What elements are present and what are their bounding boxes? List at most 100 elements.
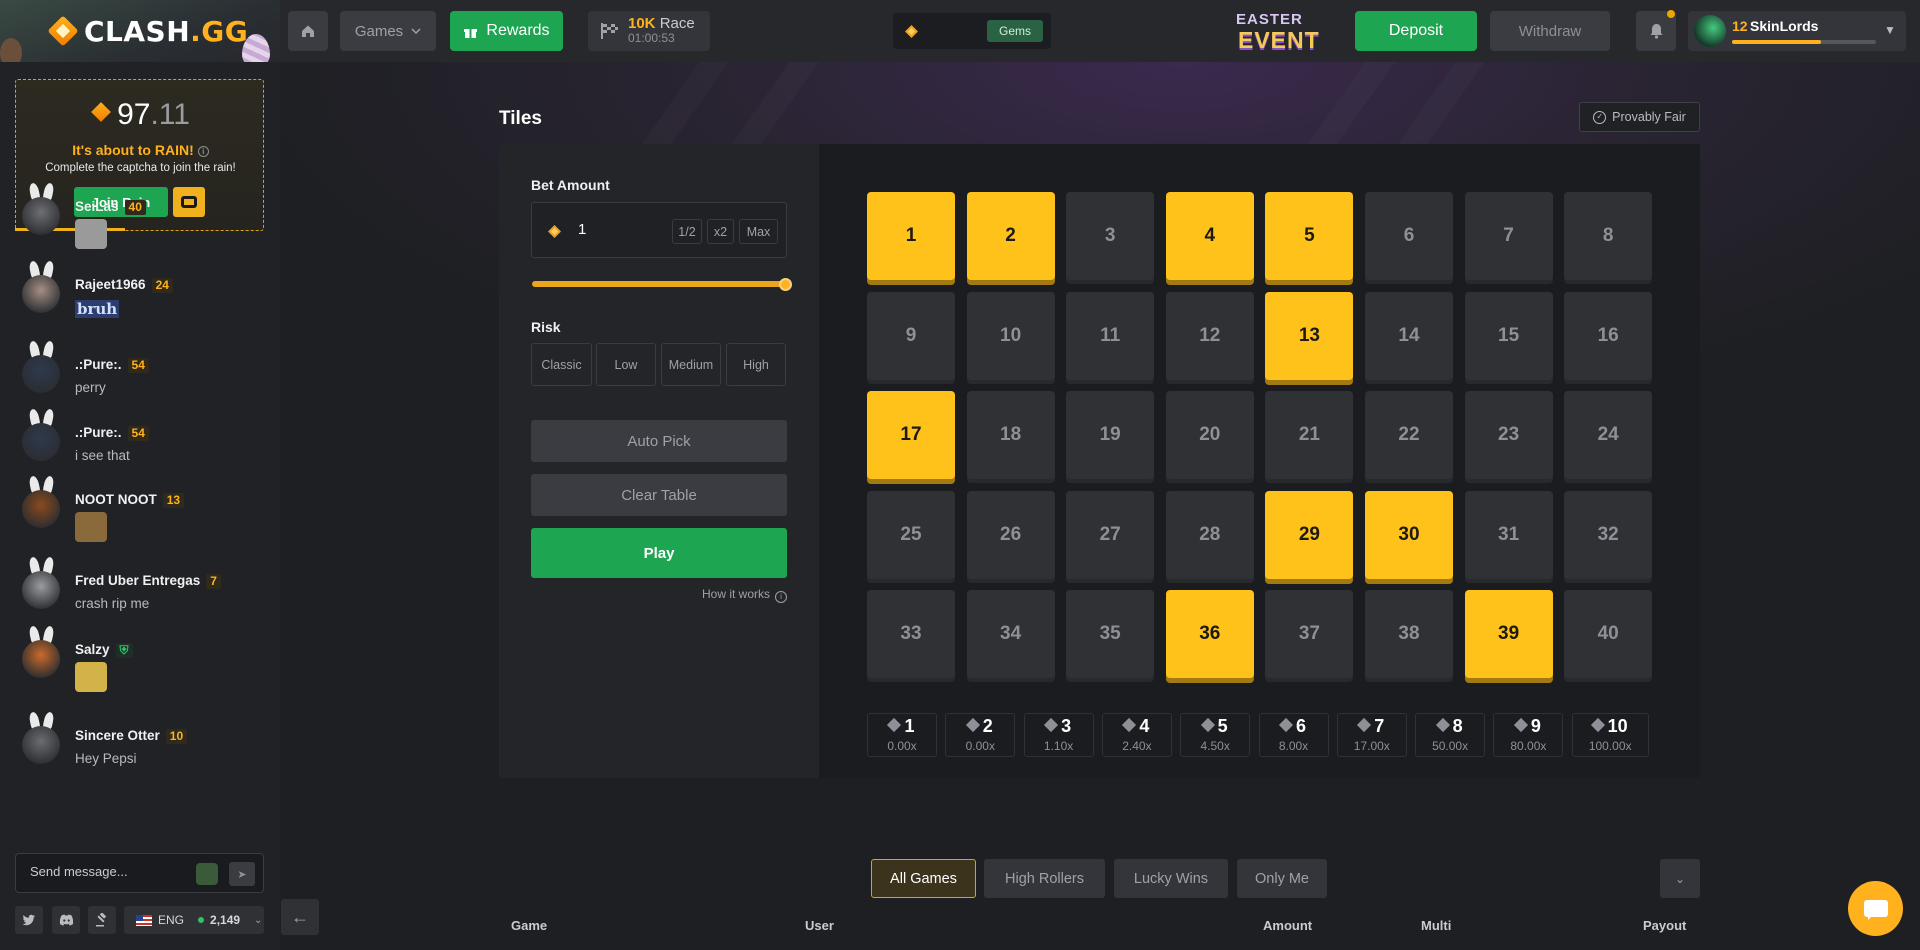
tile-39[interactable]: 39: [1464, 590, 1553, 679]
tile-37[interactable]: 37: [1265, 590, 1354, 679]
tile-40[interactable]: 40: [1564, 590, 1653, 679]
tile-11[interactable]: 11: [1066, 291, 1155, 380]
risk-high-button[interactable]: High: [726, 343, 786, 386]
tile-14[interactable]: 14: [1365, 291, 1453, 380]
tile-4[interactable]: 4: [1165, 192, 1254, 280]
tile-6[interactable]: 6: [1365, 192, 1453, 280]
tile-33[interactable]: 33: [867, 590, 955, 679]
tab-high-rollers[interactable]: High Rollers: [984, 859, 1105, 898]
tab-all-games[interactable]: All Games: [871, 859, 976, 898]
chat-username[interactable]: NOOT NOOT 13: [75, 492, 185, 508]
tile-27[interactable]: 27: [1066, 490, 1155, 579]
tile-35[interactable]: 35: [1066, 590, 1155, 679]
chat-username[interactable]: .:Pure:. 54: [75, 425, 149, 441]
max-bet-button[interactable]: Max: [739, 219, 778, 244]
chat-username[interactable]: SeiLas 40: [75, 199, 146, 215]
half-bet-button[interactable]: 1/2: [672, 219, 702, 244]
tile-13[interactable]: 13: [1265, 291, 1354, 380]
twitter-button[interactable]: [15, 906, 43, 934]
tile-3[interactable]: 3: [1066, 192, 1155, 280]
bet-slider-handle[interactable]: [779, 278, 792, 291]
tile-22[interactable]: 22: [1365, 391, 1453, 480]
tile-2[interactable]: 2: [966, 192, 1055, 280]
legal-button[interactable]: [88, 906, 116, 934]
tile-10[interactable]: 10: [966, 291, 1055, 380]
tile-17[interactable]: 17: [867, 391, 955, 480]
rewards-button[interactable]: Rewards: [450, 11, 563, 51]
tile-19[interactable]: 19: [1066, 391, 1155, 480]
deposit-button[interactable]: Deposit: [1355, 11, 1477, 51]
tile-12[interactable]: 12: [1165, 291, 1254, 380]
tile-7[interactable]: 7: [1464, 192, 1553, 280]
bet-amount-input[interactable]: [578, 221, 648, 238]
tile-32[interactable]: 32: [1564, 490, 1653, 579]
chat-username[interactable]: Sincere Otter 10: [75, 728, 188, 744]
tile-28[interactable]: 28: [1165, 490, 1254, 579]
tile-29[interactable]: 29: [1265, 490, 1354, 579]
tile-15[interactable]: 15: [1464, 291, 1553, 380]
avatar[interactable]: [22, 571, 60, 609]
tile-1[interactable]: 1: [867, 192, 955, 280]
avatar[interactable]: [22, 275, 60, 313]
avatar[interactable]: [22, 355, 60, 393]
tab-lucky-wins[interactable]: Lucky Wins: [1114, 859, 1228, 898]
tile-9[interactable]: 9: [867, 291, 955, 380]
live-support-button[interactable]: [1848, 881, 1903, 936]
user-menu[interactable]: 12 SkinLords ▼: [1688, 11, 1906, 51]
risk-medium-button[interactable]: Medium: [661, 343, 721, 386]
risk-low-button[interactable]: Low: [596, 343, 656, 386]
tile-5[interactable]: 5: [1265, 192, 1354, 280]
withdraw-button[interactable]: Withdraw: [1490, 11, 1610, 51]
provably-fair-button[interactable]: ✓ Provably Fair: [1579, 102, 1700, 132]
send-button[interactable]: ➤: [229, 862, 255, 886]
double-bet-button[interactable]: x2: [707, 219, 734, 244]
clear-table-button[interactable]: Clear Table: [531, 474, 787, 516]
chat-username[interactable]: Rajeet1966 24: [75, 277, 173, 293]
avatar[interactable]: [22, 423, 60, 461]
chat-message-input[interactable]: [30, 864, 180, 879]
avatar[interactable]: [22, 197, 60, 235]
tile-23[interactable]: 23: [1464, 391, 1553, 480]
payout-cell: 1 0.00x: [867, 713, 937, 757]
chat-username[interactable]: Fred Uber Entregas 7: [75, 573, 221, 589]
tile-21[interactable]: 21: [1265, 391, 1354, 480]
tile-18[interactable]: 18: [966, 391, 1055, 480]
games-dropdown[interactable]: Games: [340, 11, 436, 51]
tile-8[interactable]: 8: [1564, 192, 1653, 280]
chat-username[interactable]: .:Pure:. 54: [75, 357, 149, 373]
tile-25[interactable]: 25: [867, 490, 955, 579]
play-button[interactable]: Play: [531, 528, 787, 578]
tile-16[interactable]: 16: [1564, 291, 1653, 380]
tab-only-me[interactable]: Only Me: [1237, 859, 1327, 898]
rain-captcha-button[interactable]: [173, 187, 205, 217]
tile-20[interactable]: 20: [1165, 391, 1254, 480]
risk-classic-button[interactable]: Classic: [531, 343, 592, 386]
bet-slider-track[interactable]: [532, 281, 786, 287]
avatar[interactable]: [22, 726, 60, 764]
tile-36[interactable]: 36: [1165, 590, 1254, 679]
info-icon: i: [775, 591, 787, 603]
language-selector[interactable]: ENG 2,149 ⌄: [124, 906, 264, 934]
tile-38[interactable]: 38: [1365, 590, 1453, 679]
site-logo[interactable]: CLASH.GG: [48, 13, 248, 49]
emoji-picker-button[interactable]: [196, 863, 218, 885]
easter-event-banner[interactable]: EASTER EVENT: [1222, 8, 1334, 54]
chat-username[interactable]: Salzy ⛨: [75, 642, 133, 658]
tile-31[interactable]: 31: [1464, 490, 1553, 579]
how-it-works-link[interactable]: How it works i: [499, 587, 787, 603]
home-button[interactable]: [288, 11, 328, 51]
tile-24[interactable]: 24: [1564, 391, 1653, 480]
avatar[interactable]: [22, 490, 60, 528]
avatar[interactable]: [22, 640, 60, 678]
race-widget[interactable]: 10K Race 01:00:53: [588, 11, 710, 51]
captcha-icon: [181, 196, 197, 208]
discord-button[interactable]: [52, 906, 80, 934]
bets-count-dropdown[interactable]: ⌄: [1660, 859, 1700, 898]
gems-balance[interactable]: Gems: [893, 13, 1051, 49]
tile-26[interactable]: 26: [966, 490, 1055, 579]
tile-34[interactable]: 34: [966, 590, 1055, 679]
collapse-sidebar-button[interactable]: ←: [281, 899, 319, 935]
tile-30[interactable]: 30: [1365, 490, 1453, 579]
info-icon[interactable]: i: [197, 146, 209, 157]
auto-pick-button[interactable]: Auto Pick: [531, 420, 787, 462]
